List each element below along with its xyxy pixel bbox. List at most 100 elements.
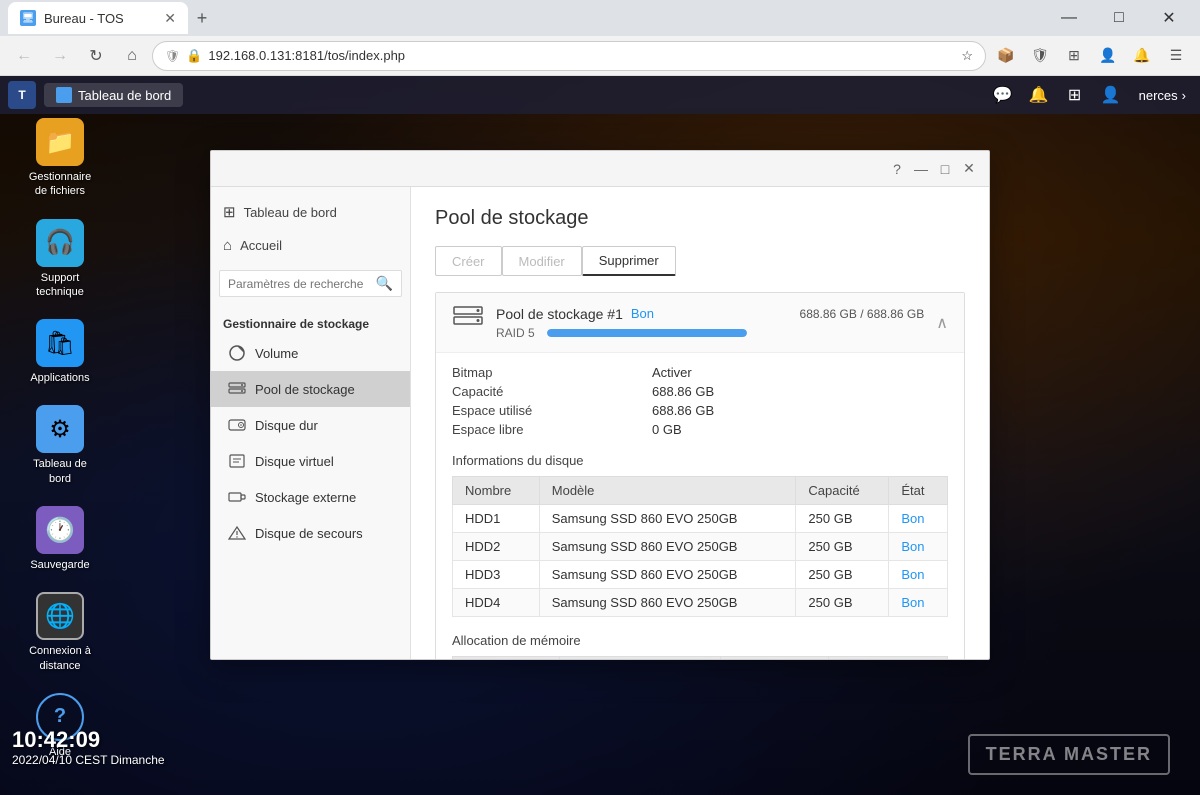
disque-virtuel-icon [227, 451, 247, 471]
profile-button[interactable]: 👤 [1092, 40, 1124, 72]
disk-capacite: 250 GB [796, 533, 889, 561]
capacite-label: Capacité [452, 384, 652, 399]
address-text: 192.168.0.131:8181/tos/index.php [208, 48, 405, 63]
bookmark-icon[interactable]: ☆ [961, 48, 973, 64]
terra-master-logo: TERRA MASTER [968, 734, 1170, 775]
memory-alloc-subtitle: Allocation de mémoire [452, 633, 948, 648]
disk-capacite: 250 GB [796, 505, 889, 533]
sidebar-item-pool-de-stockage[interactable]: Pool de stockage [211, 371, 410, 407]
notify-button[interactable]: 🔔 [1126, 40, 1158, 72]
disk-nombre: HDD4 [453, 589, 540, 617]
tabs-button[interactable]: ⊞ [1058, 40, 1090, 72]
toolbar-actions: 📦 🛡 ⊞ 👤 🔔 ☰ [990, 40, 1192, 72]
sidebar-item-volume[interactable]: Volume [211, 335, 410, 371]
extensions-button[interactable]: 📦 [990, 40, 1022, 72]
window-minimize-button[interactable]: — [909, 157, 933, 181]
tab-close-button[interactable]: ✕ [164, 10, 176, 27]
window-close-button[interactable]: ✕ [957, 157, 981, 181]
search-box[interactable]: 🔍 [219, 270, 402, 297]
volume-icon [227, 343, 247, 363]
pool-status-badge: Bon [631, 306, 654, 321]
menu-button[interactable]: ☰ [1160, 40, 1192, 72]
app-main-content: Pool de stockage Créer Modifier Supprime… [411, 187, 989, 659]
supprimer-button[interactable]: Supprimer [582, 246, 676, 276]
window-maximize-button[interactable]: □ [933, 157, 957, 181]
file-manager-icon: 📁 [36, 118, 84, 166]
creer-button[interactable]: Créer [435, 246, 502, 276]
disk-table-row: HDD1 Samsung SSD 860 EVO 250GB 250 GB Bo… [453, 505, 948, 533]
disk-info-subtitle: Informations du disque [452, 453, 948, 468]
sidebar-item-disque-dur[interactable]: Disque dur [211, 407, 410, 443]
tos-chat-icon[interactable]: 💬 [989, 81, 1017, 109]
desktop-icon-dashboard[interactable]: ⚙ Tableau debord [10, 401, 110, 490]
browser-tab[interactable]: 🖥 Bureau - TOS ✕ [8, 2, 188, 34]
desktop-icon-applications[interactable]: 🛍 Applications [10, 315, 110, 389]
connexion-label: Connexion àdistance [29, 644, 91, 673]
browser-toolbar: ← → ↻ ⌂ 🛡 🔒 192.168.0.131:8181/tos/index… [0, 36, 1200, 76]
disk-nombre: HDD1 [453, 505, 540, 533]
sidebar-item-stockage-externe[interactable]: Stockage externe [211, 479, 410, 515]
tableau-de-bord-icon: ⊞ [223, 203, 236, 221]
sauvegarde-label: Sauvegarde [30, 558, 89, 572]
browser-minimize-button[interactable]: — [1046, 0, 1092, 36]
support-label: Supporttechnique [36, 271, 84, 300]
disque-secours-icon [227, 523, 247, 543]
tos-username: nerces [1139, 88, 1178, 103]
desktop-icon-support[interactable]: 🎧 Supporttechnique [10, 215, 110, 304]
pool-progress-fill [547, 329, 747, 337]
accueil-label: Accueil [240, 238, 282, 253]
tos-notification-icon[interactable]: 🔔 [1025, 81, 1053, 109]
tos-user-chevron: › [1182, 88, 1186, 103]
window-controls: — □ ✕ [1046, 0, 1192, 36]
col-modele: Modèle [539, 477, 796, 505]
disk-modele: Samsung SSD 860 EVO 250GB [539, 561, 796, 589]
search-input[interactable] [228, 277, 372, 291]
lock-icon: 🔒 [186, 48, 202, 64]
tos-tab-dashboard[interactable]: Tableau de bord [44, 83, 183, 107]
espace-libre-label: Espace libre [452, 422, 652, 437]
tos-apps-grid-icon[interactable]: ⊞ [1061, 81, 1089, 109]
tos-taskbar: T Tableau de bord 💬 🔔 ⊞ 👤 nerces › [0, 76, 1200, 114]
tos-logo[interactable]: T [8, 81, 36, 109]
back-button[interactable]: ← [8, 40, 40, 72]
stockage-externe-label: Stockage externe [255, 490, 356, 505]
sidebar-item-accueil[interactable]: ⌂ Accueil [211, 229, 410, 262]
disk-etat: Bon [889, 589, 948, 617]
refresh-button[interactable]: ↻ [80, 40, 112, 72]
disque-dur-icon [227, 415, 247, 435]
window-body: ⊞ Tableau de bord ⌂ Accueil 🔍 Gestionnai… [211, 187, 989, 659]
desktop-icon-file-manager[interactable]: 📁 Gestionnairede fichiers [10, 114, 110, 203]
page-title: Pool de stockage [435, 207, 965, 230]
pool-header: Pool de stockage #1 Bon 688.86 GB / 688.… [436, 293, 964, 353]
modifier-button[interactable]: Modifier [502, 246, 582, 276]
tos-user-menu[interactable]: nerces › [1133, 86, 1192, 105]
shield-button[interactable]: 🛡 [1024, 40, 1056, 72]
home-button[interactable]: ⌂ [116, 40, 148, 72]
pool-usage-text: 688.86 GB / 688.86 GB [800, 307, 925, 321]
disk-nombre: HDD3 [453, 561, 540, 589]
pool-details: Bitmap Activer Capacité 688.86 GB Espace… [436, 353, 964, 659]
desktop-icon-sauvegarde[interactable]: 🕐 Sauvegarde [10, 502, 110, 576]
address-bar[interactable]: 🛡 🔒 192.168.0.131:8181/tos/index.php ☆ [152, 41, 986, 71]
disk-capacite: 250 GB [796, 561, 889, 589]
window-help-button[interactable]: ? [885, 157, 909, 181]
app-window: ? — □ ✕ ⊞ Tableau de bord ⌂ Accueil 🔍 Ge… [210, 150, 990, 660]
disk-capacite: 250 GB [796, 589, 889, 617]
tos-profile-icon[interactable]: 👤 [1097, 81, 1125, 109]
sidebar-item-tableau-de-bord[interactable]: ⊞ Tableau de bord [211, 195, 410, 229]
pool-name: Pool de stockage #1 [496, 306, 623, 322]
browser-maximize-button[interactable]: □ [1096, 0, 1142, 36]
connexion-icon: 🌐 [36, 592, 84, 640]
browser-close-button[interactable]: ✕ [1146, 0, 1192, 36]
pool-collapse-button[interactable]: ∧ [936, 313, 948, 333]
forward-button[interactable]: → [44, 40, 76, 72]
sidebar-item-disque-de-secours[interactable]: Disque de secours [211, 515, 410, 551]
new-tab-button[interactable]: + [188, 4, 216, 32]
search-icon: 🔍 [376, 275, 393, 292]
sidebar-item-disque-virtuel[interactable]: Disque virtuel [211, 443, 410, 479]
col-nombre: Nombre [453, 477, 540, 505]
desktop-icon-connexion[interactable]: 🌐 Connexion àdistance [10, 588, 110, 677]
tos-tab-favicon [56, 87, 72, 103]
desktop-icons: 📁 Gestionnairede fichiers 🎧 Supporttechn… [10, 114, 110, 763]
disk-table-row: HDD2 Samsung SSD 860 EVO 250GB 250 GB Bo… [453, 533, 948, 561]
